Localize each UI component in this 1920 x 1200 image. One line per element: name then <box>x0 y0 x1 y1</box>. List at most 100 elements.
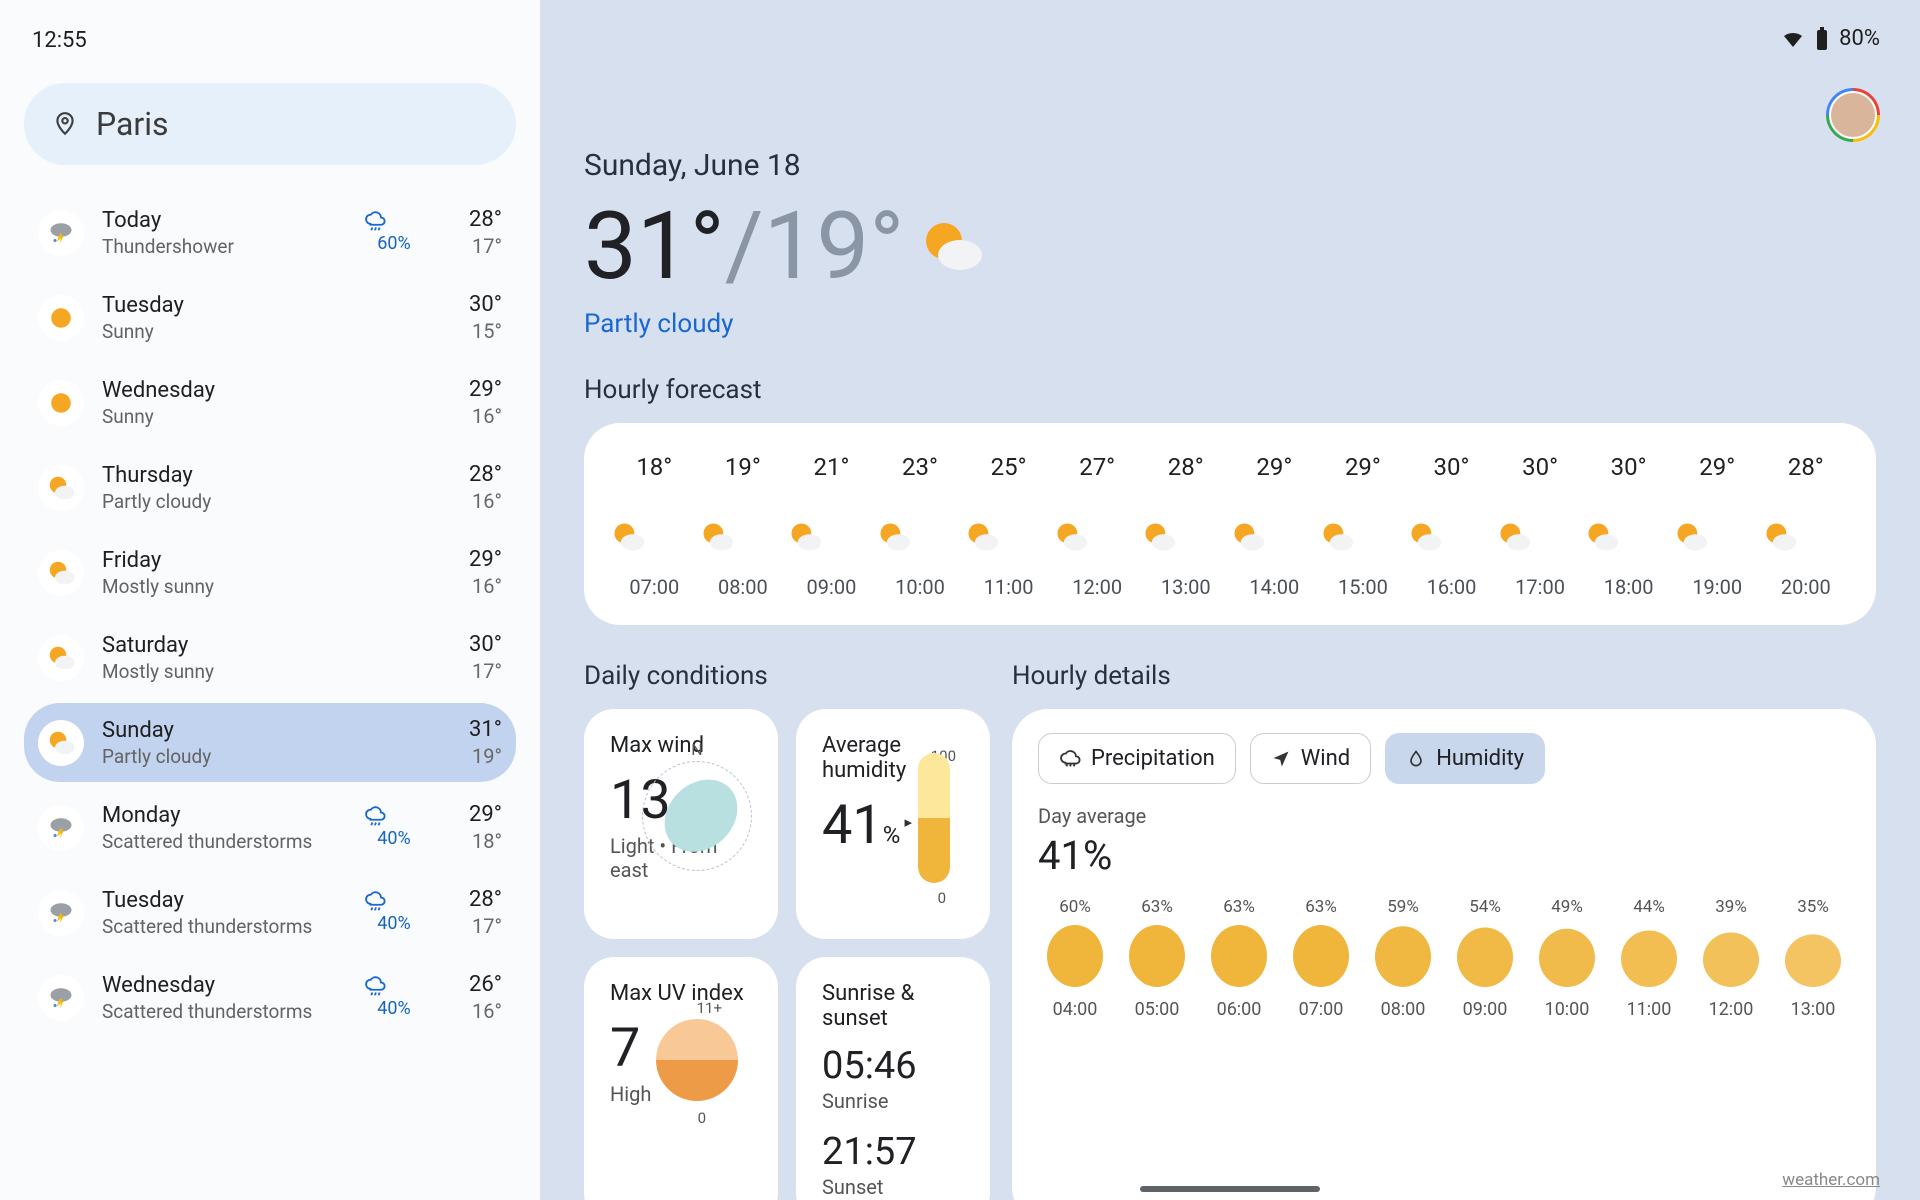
sunrise-time: 05:46 <box>822 1047 964 1085</box>
avg-humidity-card[interactable]: Average humidity 41% 100 0 ▸ <box>796 709 990 939</box>
day-desc: Partly cloudy <box>102 745 346 768</box>
tab-humidity[interactable]: Humidity <box>1385 733 1545 784</box>
partly-cloudy-icon <box>1141 519 1230 555</box>
day-name: Wednesday <box>102 378 346 403</box>
tab-precipitation[interactable]: Precipitation <box>1038 733 1236 784</box>
hour-time: 07:00 <box>610 575 699 599</box>
day-name: Thursday <box>102 463 346 488</box>
day-item-today[interactable]: Today Thundershower 60% 28° 17° <box>24 193 516 272</box>
day-desc: Mostly sunny <box>102 575 346 598</box>
partly-cloudy-icon <box>1319 519 1408 555</box>
hero-date: Sunday, June 18 <box>584 148 1876 183</box>
day-lo: 17° <box>442 659 502 683</box>
hour-time: 12:00 <box>1053 575 1142 599</box>
humidity-hour-time: 05:00 <box>1120 999 1194 1020</box>
humidity-percent: 63% <box>1120 897 1194 917</box>
partly-cloudy-icon <box>1584 519 1673 555</box>
humidity-hour-column: 63% 06:00 <box>1202 897 1276 1020</box>
hour-time: 11:00 <box>964 575 1053 599</box>
day-item-monday[interactable]: Monday Scattered thunderstorms 40% 29° 1… <box>24 788 516 867</box>
humidity-hour-column: 54% 09:00 <box>1448 897 1522 1020</box>
wifi-icon <box>1781 27 1805 51</box>
status-time: 12:55 <box>24 28 516 53</box>
day-precip: 60% <box>364 211 424 254</box>
tab-wind[interactable]: Wind <box>1250 733 1371 784</box>
partly-cloudy-icon <box>787 519 876 555</box>
hourly-forecast-card[interactable]: 18° 07:00 19° 08:00 21° 09:00 23° 10:00 … <box>584 423 1876 625</box>
humidity-percent: 63% <box>1284 897 1358 917</box>
hum-unit: % <box>883 821 901 849</box>
day-item-saturday[interactable]: Saturday Mostly sunny 30° 17° <box>24 618 516 697</box>
humidity-hour-column: 63% 07:00 <box>1284 897 1358 1020</box>
humidity-drop-icon <box>1375 926 1431 987</box>
day-lo: 16° <box>442 999 502 1023</box>
day-weather-icon <box>38 975 84 1021</box>
sunrise-sunset-card[interactable]: Sunrise & sunset 05:46 Sunrise 21:57 Sun… <box>796 957 990 1200</box>
hero-temps: 31° /19° <box>584 191 1876 301</box>
humidity-drop-icon <box>1129 925 1185 987</box>
partly-cloudy-icon <box>1230 519 1319 555</box>
day-item-wednesday[interactable]: Wednesday Sunny 29° 16° <box>24 363 516 442</box>
day-name: Tuesday <box>102 293 346 318</box>
day-desc: Scattered thunderstorms <box>102 915 346 938</box>
max-wind-card[interactable]: Max wind 13km/h Light • From east N <box>584 709 778 939</box>
nav-handle[interactable] <box>1140 1186 1320 1192</box>
humidity-hour-time: 07:00 <box>1284 999 1358 1020</box>
day-lo: 17° <box>442 234 502 258</box>
hour-temp: 29° <box>1319 453 1408 481</box>
day-hi: 28° <box>442 887 502 912</box>
humidity-percent: 60% <box>1038 897 1112 917</box>
location-pill[interactable]: Paris <box>24 83 516 165</box>
day-item-sunday[interactable]: Sunday Partly cloudy 31° 19° <box>24 703 516 782</box>
partly-cloudy-icon <box>916 219 986 274</box>
day-name: Friday <box>102 548 346 573</box>
day-item-friday[interactable]: Friday Mostly sunny 29° 16° <box>24 533 516 612</box>
day-precip: 40% <box>364 976 424 1019</box>
day-lo: 16° <box>442 489 502 513</box>
day-item-tuesday[interactable]: Tuesday Scattered thunderstorms 40% 28° … <box>24 873 516 952</box>
hour-temp: 30° <box>1584 453 1673 481</box>
partly-cloudy-icon <box>964 519 1053 555</box>
humidity-hours-row[interactable]: 60% 04:00 63% 05:00 63% 06:00 63% 07:00 … <box>1038 897 1850 1020</box>
hero-hi: 31° <box>584 191 725 301</box>
hour-time: 16:00 <box>1407 575 1496 599</box>
uv-index-card[interactable]: Max UV index 7 High 11+ 0 <box>584 957 778 1200</box>
humidity-percent: 44% <box>1612 897 1686 917</box>
humidity-icon <box>1406 749 1426 769</box>
day-list[interactable]: Today Thundershower 60% 28° 17° Tuesday … <box>24 193 516 1200</box>
humidity-percent: 35% <box>1776 897 1850 917</box>
hour-time: 08:00 <box>699 575 788 599</box>
hour-temp: 30° <box>1407 453 1496 481</box>
sun-title: Sunrise & sunset <box>822 981 964 1031</box>
hour-temp: 25° <box>964 453 1053 481</box>
hour-time: 15:00 <box>1319 575 1408 599</box>
day-item-thursday[interactable]: Thursday Partly cloudy 28° 16° <box>24 448 516 527</box>
humidity-hour-time: 09:00 <box>1448 999 1522 1020</box>
main-area: 80% Sunday, June 18 31° /19° Partly clou… <box>540 0 1920 1200</box>
hour-column: 30° 18:00 <box>1584 453 1673 599</box>
hourly-title: Hourly forecast <box>584 375 1876 405</box>
hour-temp: 28° <box>1762 453 1851 481</box>
humidity-drop-icon <box>1047 925 1103 987</box>
attribution-link[interactable]: weather.com <box>1782 1170 1880 1190</box>
hour-column: 30° 17:00 <box>1496 453 1585 599</box>
hour-time: 17:00 <box>1496 575 1585 599</box>
hour-column: 28° 20:00 <box>1762 453 1851 599</box>
profile-avatar[interactable] <box>1826 88 1880 142</box>
day-hi: 28° <box>442 207 502 232</box>
day-item-wednesday[interactable]: Wednesday Scattered thunderstorms 40% 26… <box>24 958 516 1037</box>
day-desc: Partly cloudy <box>102 490 346 513</box>
uv-scale-min: 0 <box>698 1109 706 1127</box>
rain-icon <box>364 806 424 828</box>
humidity-hour-time: 08:00 <box>1366 999 1440 1020</box>
day-hi: 31° <box>442 717 502 742</box>
hero: Sunday, June 18 31° /19° Partly cloudy <box>584 148 1876 339</box>
tab-precip-label: Precipitation <box>1091 746 1215 771</box>
day-item-tuesday[interactable]: Tuesday Sunny 30° 15° <box>24 278 516 357</box>
day-weather-icon <box>38 805 84 851</box>
hour-temp: 19° <box>699 453 788 481</box>
day-name: Wednesday <box>102 973 346 998</box>
hour-column: 19° 08:00 <box>699 453 788 599</box>
hum-value: 41 <box>822 794 883 857</box>
day-lo: 18° <box>442 829 502 853</box>
